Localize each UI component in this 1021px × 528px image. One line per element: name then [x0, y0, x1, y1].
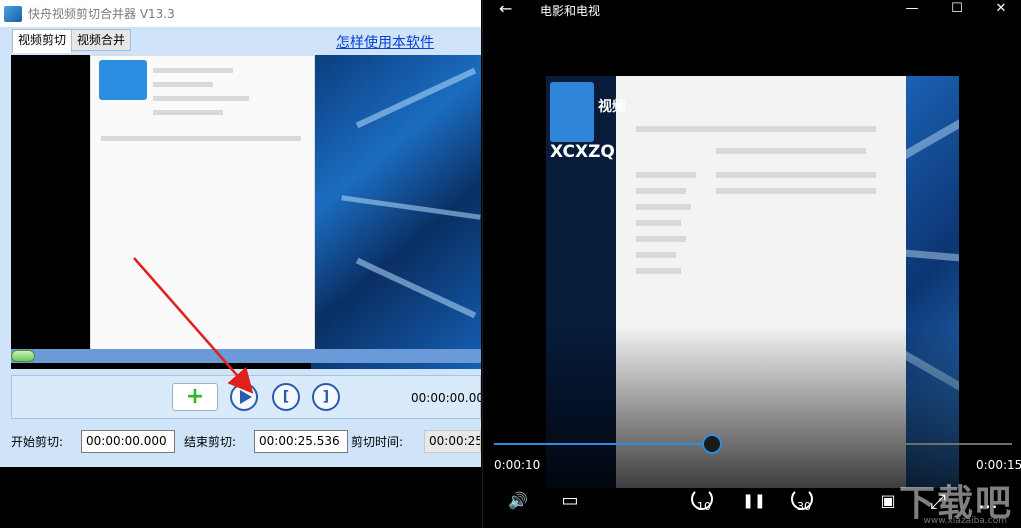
video-editor-window: 快舟视频剪切合并器 V13.3 视频剪切 视频合并 怎样使用本软件 + [] … [0, 0, 492, 528]
editor-title: 快舟视频剪切合并器 V13.3 [28, 7, 175, 21]
site-watermark-url: www.xiazaiba.com [923, 516, 1007, 526]
tab-video-merge[interactable]: 视频合并 [71, 29, 132, 51]
preview-app-logo [99, 60, 147, 100]
volume-icon[interactable]: 🔊 [503, 488, 533, 514]
end-cut-label: 结束剪切: [184, 435, 237, 449]
player-seek-bar[interactable] [494, 434, 1012, 454]
editor-body: 视频剪切 视频合并 怎样使用本软件 + [] 00:00:00.000 开始剪… [0, 27, 492, 467]
seek-bar-thumb[interactable] [702, 434, 722, 454]
start-cut-label: 开始剪切: [11, 435, 64, 449]
video-logo-text: XCXZQ [550, 142, 615, 162]
skip-back-button[interactable]: 10 [689, 488, 719, 518]
mark-start-button[interactable]: [ [272, 383, 300, 411]
duration-label: 剪切时间: [351, 435, 404, 449]
player-video-frame[interactable]: XCXZQ 视频 [546, 76, 959, 488]
end-cut-input[interactable]: 00:00:25.536 [254, 430, 348, 453]
play-icon [240, 390, 252, 404]
captions-icon[interactable]: ▭ [555, 488, 585, 514]
skip-forward-label: 30 [797, 500, 811, 513]
remaining-time: 0:00:15 [976, 458, 1021, 472]
video-window-title: 视频 [598, 99, 626, 115]
help-link[interactable]: 怎样使用本软件 [336, 32, 434, 52]
tab-video-cut[interactable]: 视频剪切 [12, 29, 73, 53]
video-app-logo [550, 82, 594, 142]
mark-end-button[interactable]: ] [312, 383, 340, 411]
preview-app-window [90, 55, 315, 350]
timeline-slider-knob[interactable] [11, 350, 35, 362]
start-cut-input[interactable]: 00:00:00.000 [81, 430, 175, 453]
app-icon [4, 5, 22, 22]
player-title: 电影和电视 [540, 4, 601, 18]
elapsed-time: 0:00:10 [494, 458, 541, 472]
editor-tabs: 视频剪切 视频合并 [12, 29, 132, 53]
minimize-button[interactable]: — [892, 0, 932, 20]
screenshot-root: 快舟视频剪切合并器 V13.3 视频剪切 视频合并 怎样使用本软件 + [] … [0, 0, 1021, 528]
add-file-button[interactable]: + [172, 383, 218, 411]
current-time-readout: 00:00:00.000 [411, 391, 492, 405]
video-bottom-fade [546, 326, 959, 488]
play-button[interactable] [230, 383, 258, 411]
player-titlebar: ← 电影和电视 — ☐ ✕ [483, 0, 1021, 20]
editor-video-preview [11, 55, 481, 369]
back-button[interactable]: ← [499, 0, 512, 18]
close-button[interactable]: ✕ [981, 0, 1021, 20]
editor-timeline-slider[interactable] [11, 349, 481, 363]
editor-control-panel: + [ ] 00:00:00.000 [11, 375, 492, 419]
preview-desktop-background [311, 55, 481, 369]
skip-back-label: 10 [697, 500, 711, 513]
duration-input[interactable]: 00:00:25.5 [424, 430, 481, 453]
pause-button[interactable]: ❚❚ [739, 488, 769, 514]
seek-bar-progress [494, 443, 712, 445]
skip-forward-button[interactable]: 30 [789, 488, 819, 518]
movies-tv-player-window: ← 电影和电视 — ☐ ✕ XCXZQ 视频 0:00:10 0:00:15 🔊… [482, 0, 1021, 528]
maximize-button[interactable]: ☐ [937, 0, 977, 20]
editor-titlebar: 快舟视频剪切合并器 V13.3 [0, 0, 481, 27]
